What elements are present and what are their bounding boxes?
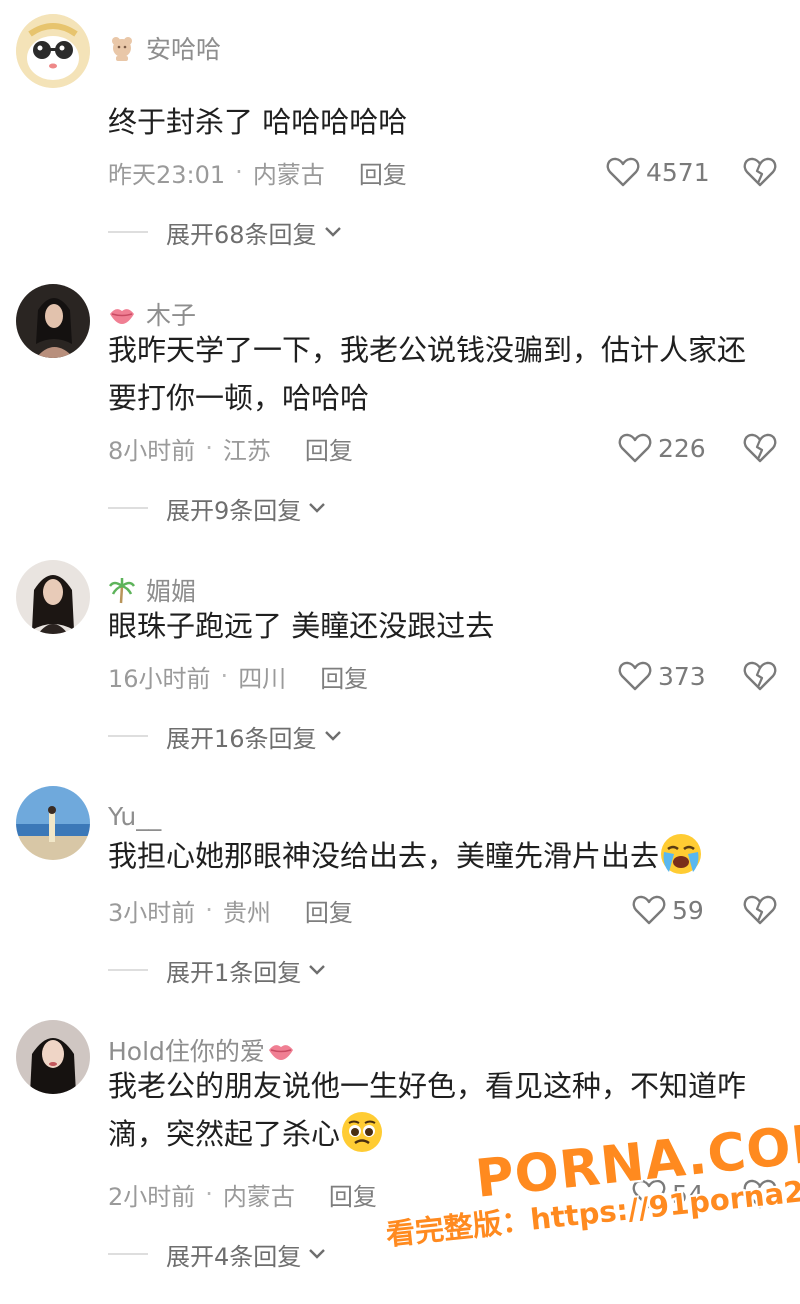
timestamp: 2小时前 xyxy=(108,1182,196,1211)
location: 江苏 xyxy=(222,436,271,465)
expand-replies-label: 展开4条回复 xyxy=(166,1242,302,1271)
like-button[interactable]: 59 xyxy=(632,894,704,926)
heart-outline-icon xyxy=(618,433,652,463)
expand-replies[interactable]: 展开9条回复 xyxy=(108,488,327,528)
heart-outline-icon xyxy=(606,157,640,187)
username[interactable]: Yu__ xyxy=(108,802,161,831)
comment-text: 眼珠子跑远了 美瞳还没跟过去 xyxy=(108,609,495,643)
dislike-button[interactable] xyxy=(740,428,780,468)
reply-button[interactable]: 回复 xyxy=(305,431,353,466)
heart-outline-icon xyxy=(632,895,666,925)
expand-replies-label: 展开1条回复 xyxy=(166,958,302,987)
heart-outline-icon xyxy=(618,661,652,691)
lips-badge-icon xyxy=(267,1036,295,1064)
expand-replies-label: 展开9条回复 xyxy=(166,496,302,525)
comment-text: 我担心她那眼神没给出去，美瞳先滑片出去 xyxy=(108,832,788,890)
palm-tree-badge-icon xyxy=(108,576,136,604)
reply-button[interactable]: 回复 xyxy=(320,659,368,694)
like-button[interactable]: 226 xyxy=(618,432,706,464)
comment-meta: 3小时前 · 贵州 回复 59 xyxy=(108,890,792,930)
location: 贵州 xyxy=(222,898,271,927)
username[interactable]: 安哈哈 xyxy=(146,30,221,66)
broken-heart-icon xyxy=(743,157,777,187)
pleading-face-emoji-icon xyxy=(340,1110,384,1168)
comment-meta: 8小时前 · 江苏 回复 226 xyxy=(108,428,792,468)
broken-heart-icon xyxy=(743,661,777,691)
reply-button[interactable]: 回复 xyxy=(359,155,407,190)
timestamp: 3小时前 xyxy=(108,898,196,927)
like-count: 226 xyxy=(658,433,706,463)
loudly-crying-emoji-icon xyxy=(659,832,703,890)
like-count: 59 xyxy=(672,895,704,925)
chevron-down-icon xyxy=(309,1249,326,1259)
broken-heart-icon xyxy=(743,895,777,925)
location: 内蒙古 xyxy=(252,160,325,189)
avatar[interactable] xyxy=(16,786,90,860)
expand-replies-label: 展开68条回复 xyxy=(166,220,317,249)
reply-button[interactable]: 回复 xyxy=(305,893,353,928)
comment-meta: 16小时前 · 四川 回复 373 xyxy=(108,656,792,696)
location: 四川 xyxy=(238,664,287,693)
avatar[interactable] xyxy=(16,284,90,358)
lips-badge-icon xyxy=(108,300,136,328)
expand-replies-label: 展开16条回复 xyxy=(166,724,317,753)
like-button[interactable]: 4571 xyxy=(606,156,710,188)
dislike-button[interactable] xyxy=(740,152,780,192)
timestamp: 昨天23:01 xyxy=(108,160,226,189)
chevron-down-icon xyxy=(309,965,326,975)
like-button[interactable]: 373 xyxy=(618,660,706,692)
comment-text: 我昨天学了一下，我老公说钱没骗到，估计人家还 要打你一顿，哈哈哈 xyxy=(108,333,747,415)
timestamp: 8小时前 xyxy=(108,436,196,465)
expand-replies[interactable]: 展开16条回复 xyxy=(108,716,343,756)
expand-replies[interactable]: 展开68条回复 xyxy=(108,212,343,252)
chevron-down-icon xyxy=(324,227,341,237)
like-count: 4571 xyxy=(646,157,710,187)
comment-text: 终于封杀了 哈哈哈哈哈 xyxy=(108,105,408,139)
dislike-button[interactable] xyxy=(740,890,780,930)
expand-replies[interactable]: 展开4条回复 xyxy=(108,1234,327,1274)
location: 内蒙古 xyxy=(222,1182,295,1211)
timestamp: 16小时前 xyxy=(108,664,211,693)
broken-heart-icon xyxy=(743,433,777,463)
dislike-button[interactable] xyxy=(740,656,780,696)
bear-bow-badge-icon xyxy=(108,34,136,62)
chevron-down-icon xyxy=(324,731,341,741)
reply-button[interactable]: 回复 xyxy=(329,1177,377,1212)
like-count: 373 xyxy=(658,661,706,691)
chevron-down-icon xyxy=(309,503,326,513)
avatar[interactable] xyxy=(16,1020,90,1094)
avatar[interactable] xyxy=(16,560,90,634)
expand-replies[interactable]: 展开1条回复 xyxy=(108,950,327,990)
avatar[interactable] xyxy=(16,14,90,88)
comment-meta: 昨天23:01 · 内蒙古 回复 4571 xyxy=(108,152,792,192)
